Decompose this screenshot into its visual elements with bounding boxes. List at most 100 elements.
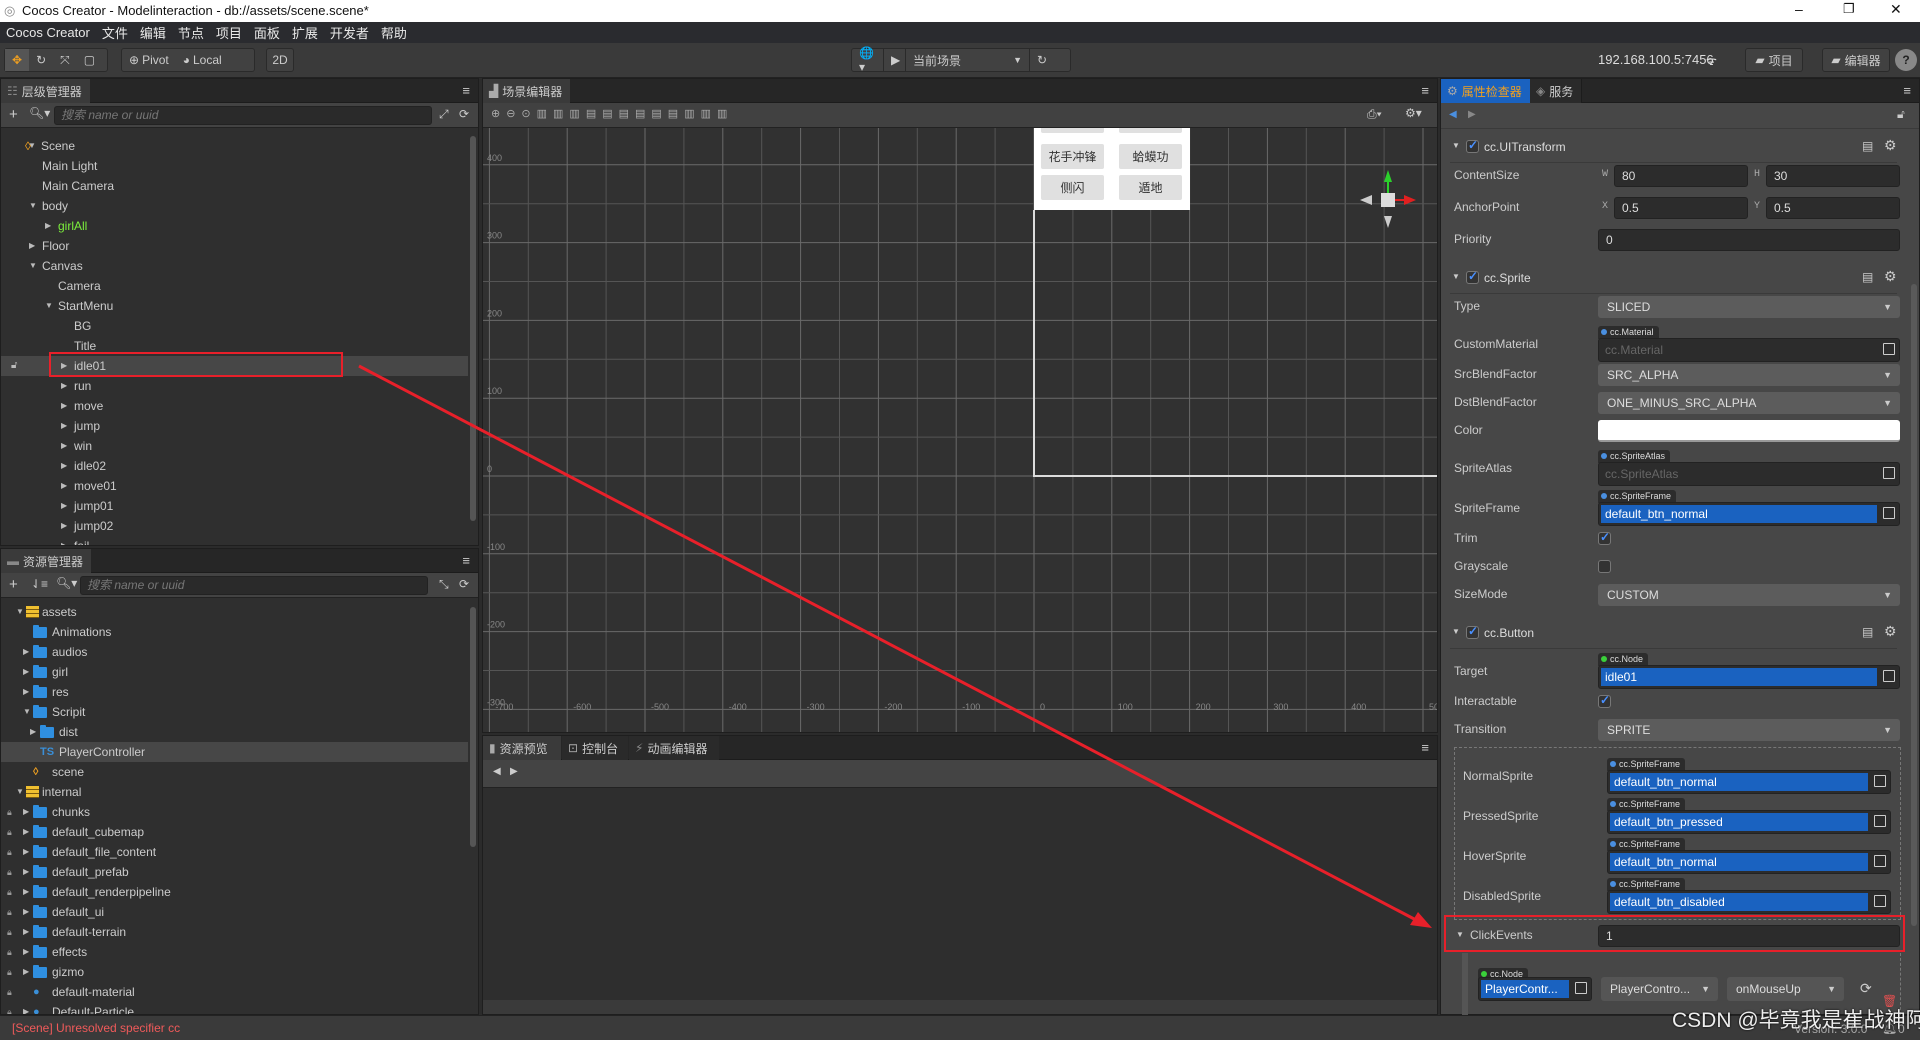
tree-node-win[interactable]: ▶ win — [1, 436, 468, 456]
chevron-right-icon[interactable]: ▶ — [30, 722, 36, 742]
prop-select[interactable]: ONE_MINUS_SRC_ALPHA ▼ — [1598, 392, 1900, 414]
asset-picker-icon[interactable] — [1874, 815, 1886, 827]
tab-scene-editor[interactable]: ▟ 场景编辑器 — [483, 79, 571, 103]
asset-field[interactable]: idle01 — [1598, 665, 1900, 689]
gear-icon[interactable]: ⚙ — [1884, 137, 1897, 154]
add-node-button[interactable]: + — [9, 106, 18, 123]
tree-node-bg[interactable]: BG — [1, 316, 468, 336]
chevron-right-icon[interactable]: ▶ — [61, 436, 67, 456]
color-swatch[interactable] — [1598, 420, 1900, 442]
chevron-right-icon[interactable]: ▶ — [61, 536, 67, 545]
asset-value[interactable]: idle01 — [1601, 668, 1877, 686]
tree-node-idle02[interactable]: ▶ idle02 — [1, 456, 468, 476]
chevron-down-icon[interactable]: ▼ — [1456, 930, 1464, 939]
pivot-button[interactable]: ⊕ Pivot — [122, 49, 176, 71]
asset-item-audios[interactable]: ▶ audios — [1, 642, 468, 662]
local-button[interactable]: ◕ Local — [176, 49, 229, 71]
chevron-right-icon[interactable]: ▶ — [61, 476, 67, 496]
asset-picker-icon[interactable] — [1883, 467, 1895, 479]
asset-picker-icon[interactable] — [1883, 670, 1895, 682]
asset-item-chunks[interactable]: 🔒︎ ▶ chunks — [1, 802, 468, 822]
tree-node-scene[interactable]: ▼ ◊ Scene — [1, 136, 468, 156]
asset-item-gizmo[interactable]: 🔒︎ ▶ gizmo — [1, 962, 468, 982]
tree-node-main-light[interactable]: Main Light — [1, 156, 468, 176]
scene-select[interactable]: 当前场景 ▼ — [906, 49, 1030, 71]
project-button[interactable]: ▰ 项目 — [1745, 48, 1803, 72]
asset-item-default-material[interactable]: 🔒︎ ● default-material — [1, 982, 468, 1002]
tree-node-camera[interactable]: Camera — [1, 276, 468, 296]
asset-item-default-terrain[interactable]: 🔒︎ ▶ default-terrain — [1, 922, 468, 942]
prop-input-y[interactable]: 0.5 — [1766, 197, 1900, 219]
camera-icon[interactable]: ⎙▾ — [1367, 107, 1382, 122]
refresh-button[interactable]: ↻ — [1030, 49, 1054, 71]
asset-value[interactable]: default_btn_disabled — [1610, 893, 1868, 911]
align-tools[interactable]: ⊕⊖⊙▥▥▥▤▤▤▤▤▤▥▥▥ — [491, 107, 733, 120]
tab-animation-editor[interactable]: ⚡︎ 动画编辑器 — [629, 736, 719, 760]
editor-button[interactable]: ▰ 编辑器 — [1822, 48, 1890, 72]
menu-edit[interactable]: 编辑 — [140, 23, 166, 42]
chevron-right-icon[interactable]: ▶ — [61, 376, 67, 396]
chevron-right-icon[interactable]: ▶ — [23, 862, 29, 882]
tree-node-startmenu[interactable]: ▼ StartMenu — [1, 296, 468, 316]
panel-menu-icon[interactable]: ≡ — [462, 553, 470, 568]
asset-value[interactable]: cc.Material — [1601, 341, 1877, 359]
tree-node-move01[interactable]: ▶ move01 — [1, 476, 468, 496]
chevron-right-icon[interactable]: ▶ — [23, 962, 29, 982]
asset-item-default_renderpipeline[interactable]: 🔒︎ ▶ default_renderpipeline — [1, 882, 468, 902]
help-button[interactable]: ? — [1895, 49, 1917, 71]
restore-button[interactable]: ❐ — [1843, 1, 1855, 17]
asset-picker-icon[interactable] — [1874, 775, 1886, 787]
prev-arrow-icon[interactable]: ◀ — [493, 766, 501, 777]
refresh-icon[interactable]: ⟳ — [459, 577, 469, 591]
chevron-right-icon[interactable]: ▶ — [23, 822, 29, 842]
tree-node-jump[interactable]: ▶ jump — [1, 416, 468, 436]
chevron-right-icon[interactable]: ▶ — [23, 642, 29, 662]
move-tool-button[interactable]: ✥ — [5, 49, 30, 71]
chevron-right-icon[interactable]: ▶ — [23, 902, 29, 922]
chevron-right-icon[interactable]: ▶ — [23, 662, 29, 682]
asset-item-scene[interactable]: ◊ scene — [1, 762, 468, 782]
click-event-handler-select[interactable]: onMouseUp ▼ — [1727, 977, 1844, 1001]
asset-value[interactable]: default_btn_normal — [1610, 853, 1868, 871]
tree-node-run[interactable]: ▶ run — [1, 376, 468, 396]
tree-node-jump01[interactable]: ▶ jump01 — [1, 496, 468, 516]
add-asset-button[interactable]: + — [9, 576, 18, 593]
asset-item-default_prefab[interactable]: 🔒︎ ▶ default_prefab — [1, 862, 468, 882]
chevron-down-icon[interactable]: ▼ — [1452, 627, 1460, 636]
asset-picker-icon[interactable] — [1883, 507, 1895, 519]
chevron-right-icon[interactable]: ▶ — [29, 236, 35, 256]
chevron-down-icon[interactable]: ▼ — [1452, 272, 1460, 281]
asset-value[interactable]: cc.SpriteAtlas — [1601, 465, 1877, 483]
prop-select[interactable]: SRC_ALPHA ▼ — [1598, 364, 1900, 386]
asset-item-internal[interactable]: ▼ internal — [1, 782, 468, 802]
prop-select[interactable]: CUSTOM ▼ — [1598, 584, 1900, 606]
chevron-down-icon[interactable]: ▼ — [29, 196, 37, 216]
prop-select[interactable]: SPRITE ▼ — [1598, 719, 1900, 741]
next-arrow-icon[interactable]: ▶ — [510, 766, 518, 777]
platform-globe-button[interactable]: 🌐▾ — [852, 46, 884, 74]
tree-node-girlall[interactable]: ▶ girlAll — [1, 216, 468, 236]
asset-field[interactable]: default_btn_normal — [1607, 850, 1891, 874]
bottom-scrollbar[interactable] — [483, 1000, 1437, 1014]
help-book-icon[interactable]: ▤ — [1862, 139, 1873, 153]
prop-checkbox[interactable] — [1598, 530, 1611, 545]
rect-tool-button[interactable]: ▢ — [77, 49, 102, 71]
asset-item-default_cubemap[interactable]: 🔒︎ ▶ default_cubemap — [1, 822, 468, 842]
panel-menu-icon[interactable]: ≡ — [1903, 83, 1911, 98]
asset-item-default_ui[interactable]: 🔒︎ ▶ default_ui — [1, 902, 468, 922]
tab-assets[interactable]: ▬ 资源管理器 — [1, 549, 92, 573]
asset-picker-icon[interactable] — [1874, 895, 1886, 907]
help-book-icon[interactable]: ▤ — [1862, 270, 1873, 284]
tree-node-body[interactable]: ▼ body — [1, 196, 468, 216]
menu-node[interactable]: 节点 — [178, 23, 204, 42]
chevron-down-icon[interactable]: ▼ — [16, 602, 24, 622]
refresh-icon[interactable]: ⟳ — [1860, 980, 1872, 997]
asset-item-effects[interactable]: 🔒︎ ▶ effects — [1, 942, 468, 962]
lock-icon[interactable]: 🔓︎ — [1897, 107, 1905, 122]
tree-node-fail[interactable]: ▶ fail — [1, 536, 468, 545]
asset-picker-icon[interactable] — [1883, 343, 1895, 355]
asset-item-default_file_content[interactable]: 🔒︎ ▶ default_file_content — [1, 842, 468, 862]
expand-icon[interactable]: ⤢ — [439, 107, 449, 122]
chevron-right-icon[interactable]: ▶ — [61, 496, 67, 516]
tree-node-idle01[interactable]: ▶ 🔓︎ idle01 — [1, 356, 468, 376]
